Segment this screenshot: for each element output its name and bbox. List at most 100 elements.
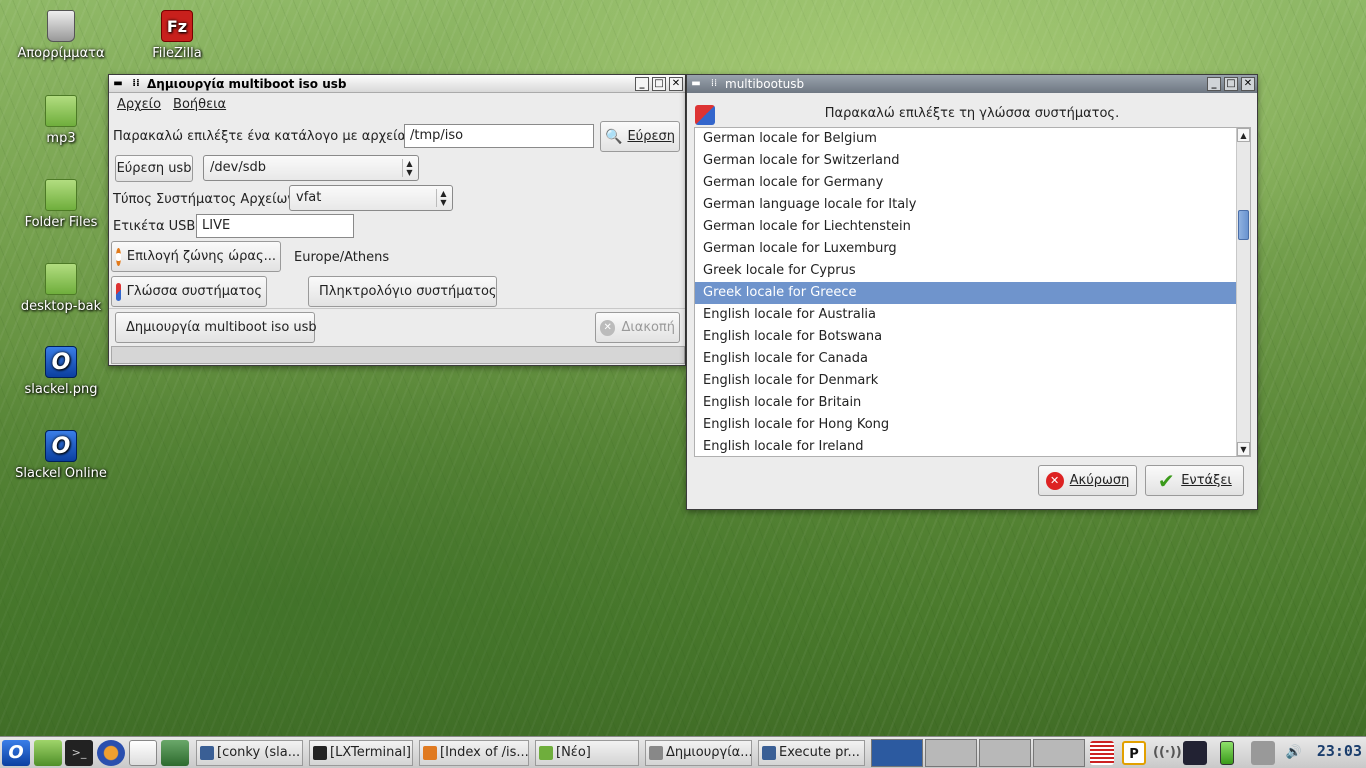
desktop-icon-trash[interactable]: Απορρίμματα	[11, 10, 111, 61]
desktop-pager-3[interactable]	[979, 739, 1031, 767]
trash-icon	[47, 10, 75, 42]
iso-path-input[interactable]: /tmp/iso	[404, 124, 594, 148]
desktop-pager-1[interactable]	[871, 739, 923, 767]
browse-button-label: Εύρεση	[627, 129, 675, 144]
menubar: Αρχείο Βοήθεια	[109, 93, 685, 115]
desktop-icon-slackel-png[interactable]: O slackel.png	[11, 346, 111, 397]
task-label: [conky (sla...	[217, 745, 301, 760]
usb-label-input[interactable]: LIVE	[196, 214, 354, 238]
ok-button[interactable]: ✔ Εντάξει	[1145, 465, 1244, 496]
desktop-icon-label: FileZilla	[152, 46, 202, 61]
minimize-button[interactable]: _	[1207, 77, 1221, 91]
locale-list-item[interactable]: Greek locale for Greece	[695, 282, 1236, 304]
locale-list-item[interactable]: English locale for Britain	[695, 392, 1236, 414]
taskbar-task-button[interactable]: [LXTerminal]	[309, 740, 413, 766]
locale-list-item[interactable]: German locale for Luxemburg	[695, 238, 1236, 260]
slackel-logo-icon: O	[45, 430, 77, 462]
main-window-body: Παρακαλώ επιλέξτε ένα κατάλογο με αρχεία…	[109, 115, 685, 365]
slackel-menu-icon[interactable]: O	[2, 740, 30, 766]
locale-list-item[interactable]: German locale for Germany	[695, 172, 1236, 194]
locale-list-item[interactable]: English locale for Ireland	[695, 436, 1236, 456]
desktop-icon-filezilla[interactable]: Fz FileZilla	[127, 10, 227, 61]
minimize-button[interactable]: _	[635, 76, 649, 91]
window-menu-icon[interactable]: ▬	[689, 78, 703, 90]
timezone-value: Europe/Athens	[294, 250, 390, 265]
sticky-icon[interactable]: ⁞⁞	[707, 78, 721, 90]
window-menu-icon[interactable]: ▬	[111, 78, 125, 90]
desktop-icon-desktop-bak[interactable]: desktop-bak	[11, 263, 111, 314]
system-monitor-icon[interactable]	[161, 740, 189, 766]
desktop-icon-mp3[interactable]: mp3	[11, 95, 111, 146]
browse-button[interactable]: 🔍 Εύρεση	[600, 121, 680, 152]
locale-list-item[interactable]: German locale for Belgium	[695, 128, 1236, 150]
menu-help[interactable]: Βοήθεια	[173, 97, 226, 112]
usb-label-label: Ετικέτα USB:	[113, 219, 200, 234]
desktop-icon-folder-files[interactable]: Folder Files	[11, 179, 111, 230]
desktop-icon-slackel-online[interactable]: O Slackel Online	[11, 430, 111, 481]
scroll-up-icon[interactable]: ▲	[1237, 128, 1250, 142]
firefox-icon[interactable]	[97, 740, 125, 766]
taskbar-task-button[interactable]: [Νέο]	[535, 740, 639, 766]
us-flag-icon[interactable]	[1090, 741, 1114, 765]
text-editor-icon[interactable]	[129, 740, 157, 766]
scrollbar-thumb[interactable]	[1238, 210, 1249, 240]
fs-type-select[interactable]: vfat ▲ ▼	[289, 185, 453, 211]
find-usb-button[interactable]: Εύρεση usb	[115, 155, 193, 182]
locale-list-item[interactable]: German locale for Liechtenstein	[695, 216, 1236, 238]
system-language-button[interactable]: Γλώσσα συστήματος	[111, 276, 267, 307]
taskbar-task-button[interactable]: Δημιουργία...	[645, 740, 752, 766]
sticky-icon[interactable]: ⁞⁞	[129, 78, 143, 90]
vertical-scrollbar[interactable]: ▲ ▼	[1236, 128, 1250, 456]
home-folder-icon[interactable]	[34, 740, 62, 766]
search-icon: 🔍	[605, 128, 623, 145]
close-button[interactable]: ✕	[1241, 77, 1255, 91]
language-dialog-titlebar[interactable]: ▬ ⁞⁞ multibootusb _ □ ✕	[687, 75, 1257, 93]
folder-icon	[45, 179, 77, 211]
taskbar-task-button[interactable]: [conky (sla...	[196, 740, 303, 766]
terminal-icon[interactable]: >_	[65, 740, 93, 766]
menu-file[interactable]: Αρχείο	[117, 97, 161, 112]
desktop-pager-2[interactable]	[925, 739, 977, 767]
locale-list-item[interactable]: English locale for Australia	[695, 304, 1236, 326]
create-multiboot-button[interactable]: Δημιουργία multiboot iso usb	[115, 312, 317, 343]
network-monitor-icon[interactable]	[1183, 741, 1207, 765]
system-keyboard-button-label: Πληκτρολόγιο συστήματος	[319, 284, 497, 299]
maximize-button[interactable]: □	[652, 76, 666, 91]
taskbar-task-button[interactable]: [Index of /is...	[419, 740, 529, 766]
wireless-icon[interactable]: ((·))	[1153, 741, 1182, 765]
locale-list-item[interactable]: English locale for Canada	[695, 348, 1236, 370]
clock[interactable]: 23:03	[1317, 742, 1362, 760]
checkmark-icon: ✔	[1157, 468, 1175, 493]
usb-device-select[interactable]: /dev/sdb ▲ ▼	[203, 155, 419, 181]
locale-list-item[interactable]: German locale for Switzerland	[695, 150, 1236, 172]
timezone-button[interactable]: Επιλογή ζώνης ώρας...	[111, 241, 281, 272]
maximize-button[interactable]: □	[1224, 77, 1238, 91]
main-window-titlebar[interactable]: ▬ ⁞⁞ Δημιουργία multiboot iso usb _ □ ✕	[109, 75, 685, 93]
task-label: [Νέο]	[556, 745, 591, 760]
locale-list-item[interactable]: English locale for Denmark	[695, 370, 1236, 392]
package-manager-icon[interactable]: P	[1122, 741, 1146, 765]
language-flags-icon	[116, 282, 121, 301]
task-label: Execute pr...	[779, 745, 860, 760]
volume-icon[interactable]: 🔊	[1282, 741, 1306, 765]
close-button[interactable]: ✕	[669, 76, 683, 91]
taskbar-task-button[interactable]: Execute pr...	[758, 740, 865, 766]
locale-list[interactable]: German locale for Belgium German locale f…	[694, 127, 1251, 457]
battery-icon[interactable]	[1220, 741, 1234, 765]
language-dialog: ▬ ⁞⁞ multibootusb _ □ ✕ Παρακαλώ επιλέξτ…	[686, 74, 1258, 510]
locale-list-item[interactable]: English locale for Botswana	[695, 326, 1236, 348]
cancel-button[interactable]: ✕ Ακύρωση	[1038, 465, 1137, 496]
locale-list-item[interactable]: Greek locale for Cyprus	[695, 260, 1236, 282]
desktop-pager-4[interactable]	[1033, 739, 1085, 767]
fs-type-label: Τύπος Συστήματος Αρχείων:	[113, 192, 300, 207]
main-window: ▬ ⁞⁞ Δημιουργία multiboot iso usb _ □ ✕ …	[108, 74, 686, 366]
stop-button[interactable]: ✕ Διακοπή	[595, 312, 680, 343]
locale-list-item[interactable]: English locale for Hong Kong	[695, 414, 1236, 436]
chevron-updown-icon: ▲ ▼	[436, 189, 448, 207]
locale-list-item[interactable]: German language locale for Italy	[695, 194, 1236, 216]
scroll-down-icon[interactable]: ▼	[1237, 442, 1250, 456]
system-keyboard-button[interactable]: Πληκτρολόγιο συστήματος	[308, 276, 497, 307]
iso-dir-label: Παρακαλώ επιλέξτε ένα κατάλογο με αρχεία…	[113, 129, 433, 144]
language-prompt: Παρακαλώ επιλέξτε τη γλώσσα συστήματος.	[824, 106, 1120, 121]
network-disconnected-icon[interactable]	[1251, 741, 1275, 765]
